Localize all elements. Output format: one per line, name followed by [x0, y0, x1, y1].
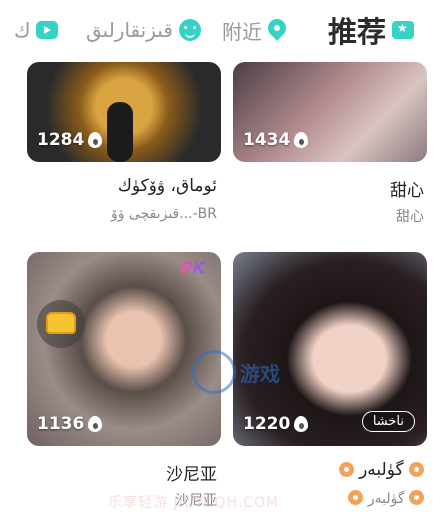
watermark-bottom: 乐享轻游 JIUYCQH.COM — [108, 495, 280, 511]
viewer-count: 1136 — [37, 414, 103, 434]
live-card-2[interactable]: 1434 — [233, 62, 427, 162]
card-2-title: 甜心 — [390, 181, 424, 201]
category-pill: ناخشا — [361, 411, 415, 432]
card-4-title: گۈلبەر — [338, 460, 424, 480]
viewer-count-value: 1220 — [243, 414, 291, 434]
card-2-subtitle: 甜心 — [396, 209, 424, 225]
location-pin-icon — [264, 15, 290, 41]
treasure-chest-button[interactable] — [37, 300, 85, 348]
flame-icon — [88, 132, 103, 148]
tab-fun[interactable]: قىزنقارلىق — [86, 10, 201, 50]
flower-badge-icon — [409, 490, 424, 505]
flower-badge-icon — [338, 462, 354, 477]
tab-recommend[interactable]: 推荐 — [328, 10, 415, 50]
smile-face-icon — [178, 19, 201, 41]
viewer-count-value: 1136 — [37, 414, 85, 434]
watermark-ring-icon — [192, 350, 236, 394]
card-1-title: ئوماق، ۋۆكۈك — [117, 176, 217, 196]
watermark-logo: 游戏 — [192, 346, 302, 398]
treasure-chest-icon — [46, 312, 76, 334]
pk-badge: PK — [180, 258, 205, 277]
card-3-title: 沙尼亚 — [166, 465, 217, 485]
viewer-count-value: 1284 — [37, 130, 85, 150]
top-tab-bar: ك قىزنقارلىق 附近 推荐 — [0, 0, 444, 62]
flame-icon — [294, 416, 309, 432]
tab-nearby[interactable]: 附近 — [222, 10, 290, 50]
viewer-count: 1220 — [243, 414, 309, 434]
tab-label: 推荐 — [328, 15, 387, 49]
tab-label: ك — [14, 18, 31, 42]
viewer-count: 1284 — [37, 130, 103, 150]
viewer-count-value: 1434 — [243, 130, 291, 150]
watermark-text: 游戏 — [240, 361, 280, 386]
viewer-count: 1434 — [243, 130, 309, 150]
card-4-subtitle-text: گۈلبەر — [367, 491, 405, 507]
card-4-title-text: گۈلبەر — [359, 460, 404, 480]
microphone-image — [107, 102, 133, 162]
tab-label: 附近 — [222, 19, 262, 44]
flame-icon — [88, 416, 103, 432]
chat-star-icon — [392, 21, 415, 39]
flower-badge-icon — [348, 490, 364, 505]
card-4-subtitle: گۈلبەر — [348, 490, 424, 507]
flame-icon — [294, 132, 309, 148]
live-card-1[interactable]: 1284 — [27, 62, 221, 162]
tab-label: قىزنقارلىق — [86, 18, 173, 42]
card-1-subtitle: قىزىقچى ۋۆ...-BR — [110, 206, 217, 222]
flower-badge-icon — [409, 462, 424, 477]
tv-icon — [36, 21, 59, 39]
tab-overflow[interactable]: ك — [14, 10, 59, 50]
